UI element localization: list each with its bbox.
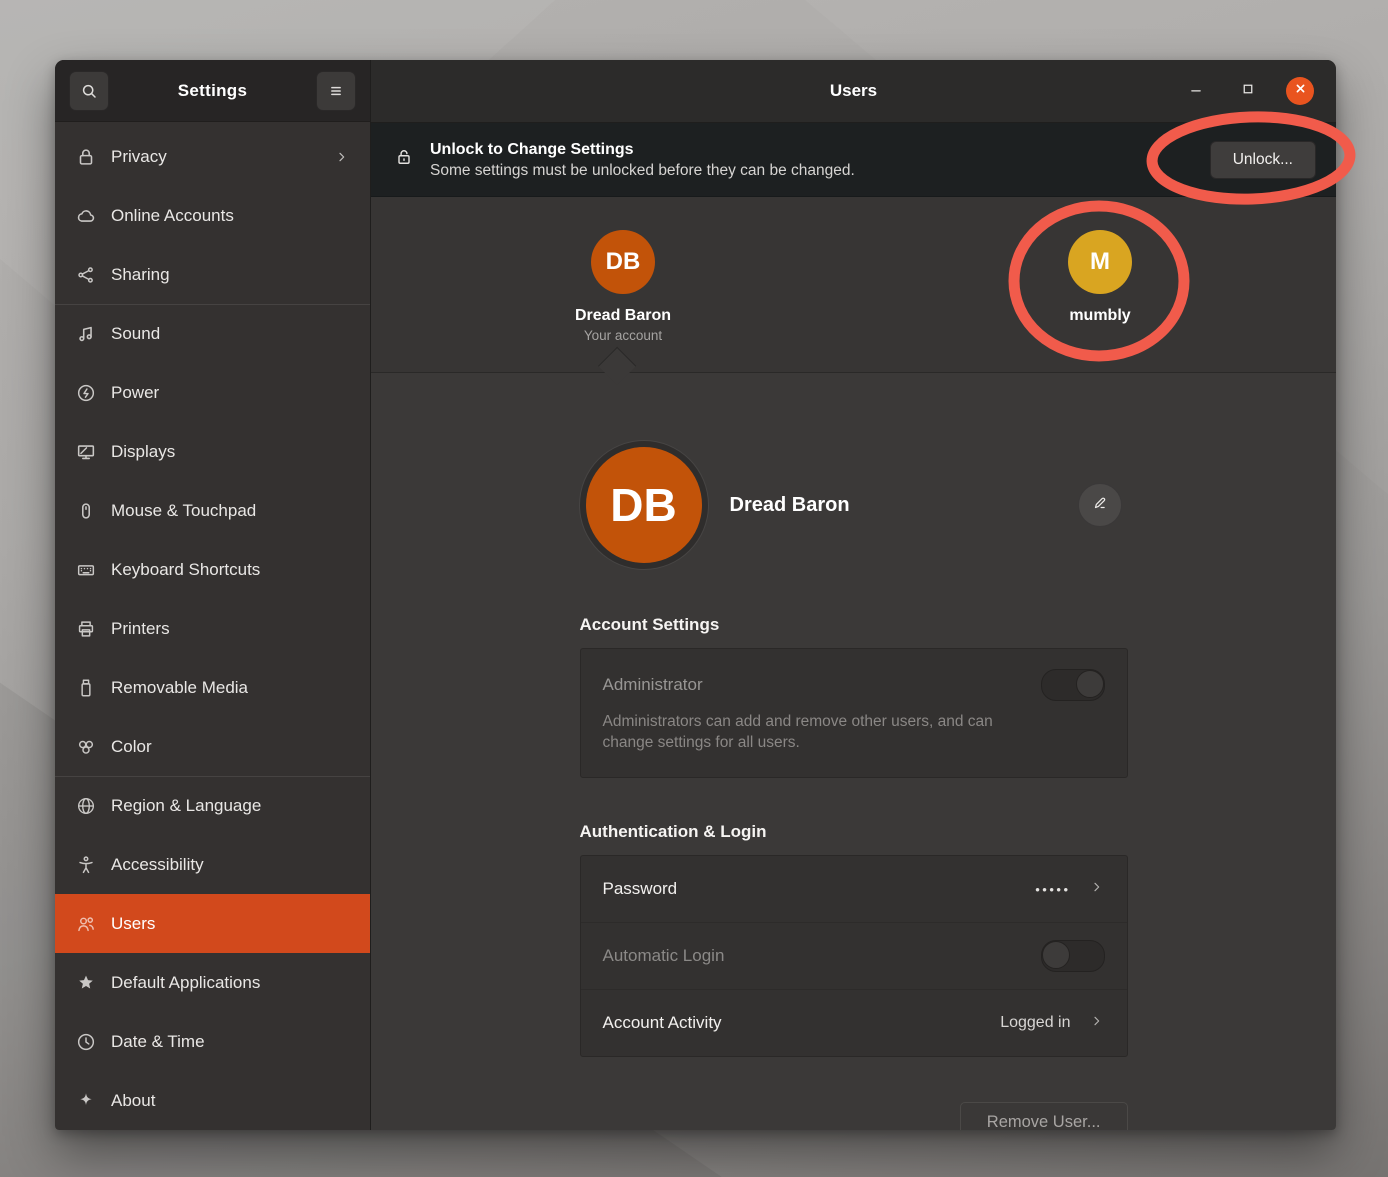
sidebar-item-online-accounts[interactable]: Online Accounts xyxy=(55,186,370,245)
sidebar-item-printers[interactable]: Printers xyxy=(55,599,370,658)
color-circles-icon xyxy=(75,736,97,758)
account-settings-card: Administrator Administrators can add and… xyxy=(580,648,1128,778)
star-icon xyxy=(75,972,97,994)
section-title-authentication: Authentication & Login xyxy=(580,822,1128,842)
user-details: DB Dread Baron Account Settings Administ… xyxy=(371,373,1336,1130)
account-activity-value: Logged in xyxy=(1000,1014,1070,1032)
toggle-knob xyxy=(1042,941,1070,969)
password-row[interactable]: Password ••••• xyxy=(581,856,1127,922)
sparkle-icon xyxy=(75,1090,97,1112)
close-button[interactable] xyxy=(1286,77,1314,105)
toggle-knob xyxy=(1076,670,1104,698)
sidebar-headerbar: Settings xyxy=(55,60,370,122)
profile-row: DB Dread Baron xyxy=(580,439,1128,571)
administrator-label: Administrator xyxy=(603,675,703,695)
minimize-icon xyxy=(1187,80,1205,103)
lock-icon xyxy=(394,147,416,172)
accessibility-person-icon xyxy=(75,854,97,876)
sidebar-item-region-language[interactable]: Region & Language xyxy=(55,776,370,835)
user-dread-baron[interactable]: DB Dread Baron Your account xyxy=(533,230,713,343)
user-carousel: DB Dread Baron Your account M mumbly xyxy=(371,197,1336,373)
cloud-icon xyxy=(75,205,97,227)
main-panel: Users Unlock to Change Settings Some set… xyxy=(371,60,1336,1130)
window-controls xyxy=(1182,77,1336,105)
sidebar-item-accessibility[interactable]: Accessibility xyxy=(55,835,370,894)
music-note-icon xyxy=(75,323,97,345)
automatic-login-toggle[interactable] xyxy=(1041,940,1105,972)
automatic-login-row: Automatic Login xyxy=(581,922,1127,989)
sidebar-item-sound[interactable]: Sound xyxy=(55,304,370,363)
search-icon xyxy=(79,81,99,101)
settings-window: Settings Privacy Online Accounts xyxy=(55,60,1336,1130)
sidebar-item-displays[interactable]: Displays xyxy=(55,422,370,481)
minimize-button[interactable] xyxy=(1182,77,1210,105)
avatar: DB xyxy=(591,230,655,294)
pencil-icon xyxy=(1091,494,1109,517)
administrator-description: Administrators can add and remove other … xyxy=(603,711,1023,753)
avatar: DB xyxy=(586,447,702,563)
close-icon xyxy=(1293,81,1308,101)
sidebar-item-users[interactable]: Users xyxy=(55,894,370,953)
sidebar-item-mouse-touchpad[interactable]: Mouse & Touchpad xyxy=(55,481,370,540)
remove-user-row: Remove User... xyxy=(580,1102,1128,1130)
administrator-toggle[interactable] xyxy=(1041,669,1105,701)
banner-text: Unlock to Change Settings Some settings … xyxy=(430,139,1196,181)
printer-icon xyxy=(75,618,97,640)
sidebar-item-color[interactable]: Color xyxy=(55,717,370,776)
chevron-right-icon xyxy=(334,149,350,165)
unlock-button[interactable]: Unlock... xyxy=(1210,141,1316,179)
remove-user-button[interactable]: Remove User... xyxy=(960,1102,1128,1130)
sidebar: Settings Privacy Online Accounts xyxy=(55,60,371,1130)
globe-icon xyxy=(75,795,97,817)
users-icon xyxy=(75,913,97,935)
usb-stick-icon xyxy=(75,677,97,699)
sidebar-item-privacy[interactable]: Privacy xyxy=(55,127,370,186)
sidebar-item-date-time[interactable]: Date & Time xyxy=(55,1012,370,1071)
section-title-account-settings: Account Settings xyxy=(580,615,1128,635)
keyboard-icon xyxy=(75,559,97,581)
search-button[interactable] xyxy=(69,71,109,111)
sidebar-item-removable-media[interactable]: Removable Media xyxy=(55,658,370,717)
clock-icon xyxy=(75,1031,97,1053)
primary-menu-button[interactable] xyxy=(316,71,356,111)
unlock-banner: Unlock to Change Settings Some settings … xyxy=(371,123,1336,197)
sidebar-item-keyboard-shortcuts[interactable]: Keyboard Shortcuts xyxy=(55,540,370,599)
mouse-icon xyxy=(75,500,97,522)
chevron-right-icon xyxy=(1089,1013,1105,1034)
sidebar-list: Privacy Online Accounts Sharing Sound xyxy=(55,122,370,1130)
sidebar-item-power[interactable]: Power xyxy=(55,363,370,422)
sidebar-item-sharing[interactable]: Sharing xyxy=(55,245,370,304)
sidebar-item-default-applications[interactable]: Default Applications xyxy=(55,953,370,1012)
avatar: M xyxy=(1068,230,1132,294)
maximize-button[interactable] xyxy=(1234,77,1262,105)
sidebar-item-about[interactable]: About xyxy=(55,1071,370,1130)
share-icon xyxy=(75,264,97,286)
main-headerbar: Users xyxy=(371,60,1336,123)
app-title: Settings xyxy=(178,81,247,101)
chevron-right-icon xyxy=(1089,879,1105,900)
power-icon xyxy=(75,382,97,404)
password-value: ••••• xyxy=(1035,882,1070,897)
authentication-card: Password ••••• Automatic Login Account A… xyxy=(580,855,1128,1057)
hamburger-menu-icon xyxy=(326,81,346,101)
maximize-icon xyxy=(1239,80,1257,103)
display-icon xyxy=(75,441,97,463)
account-activity-row[interactable]: Account Activity Logged in xyxy=(581,989,1127,1056)
lock-icon xyxy=(75,146,97,168)
desktop: Settings Privacy Online Accounts xyxy=(0,0,1388,1177)
edit-name-button[interactable] xyxy=(1078,483,1122,527)
user-mumbly[interactable]: M mumbly xyxy=(1010,230,1190,325)
